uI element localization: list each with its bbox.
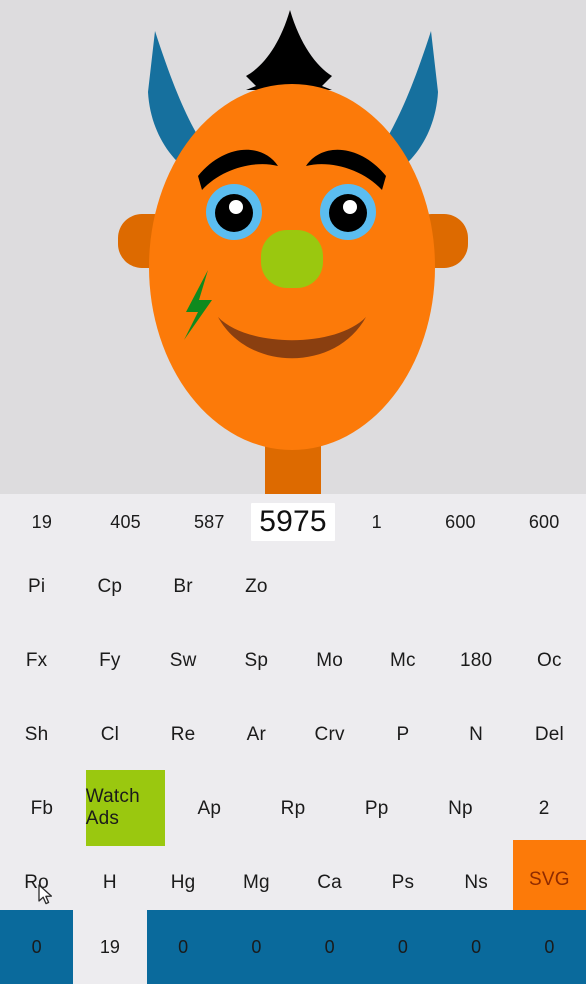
status-cell-7[interactable]: 0 (512, 910, 586, 984)
key-cp[interactable]: Cp (73, 550, 146, 624)
app-root: 19 405 587 5975 1 600 600 Pi Cp Br Zo Fx… (0, 0, 586, 984)
nose-shape (261, 230, 323, 288)
key-pp[interactable]: Pp (335, 772, 419, 846)
value-cell-587[interactable]: 587 (167, 494, 251, 550)
key-fx[interactable]: Fx (0, 624, 73, 698)
key-blank-3 (440, 550, 513, 624)
keypad-panel: 19 405 587 5975 1 600 600 Pi Cp Br Zo Fx… (0, 494, 586, 920)
keypad-row-fb: Fb Watch Ads Ap Rp Pp Np 2 (0, 770, 586, 846)
value-cell-19[interactable]: 19 (0, 494, 84, 550)
keypad-row-pi: Pi Cp Br Zo (0, 550, 586, 624)
watch-ads-label: Watch Ads (85, 770, 166, 846)
key-blank-4 (513, 550, 586, 624)
key-blank-2 (366, 550, 439, 624)
key-2[interactable]: 2 (502, 772, 586, 846)
value-cell-405[interactable]: 405 (84, 494, 168, 550)
key-fb[interactable]: Fb (0, 772, 84, 846)
top-horn-icon (246, 10, 332, 90)
value-display-field[interactable]: 5975 (251, 503, 335, 541)
svg-export-button[interactable]: SVG (512, 840, 586, 920)
key-cl[interactable]: Cl (73, 698, 146, 772)
key-np[interactable]: Np (419, 772, 503, 846)
key-sp[interactable]: Sp (220, 624, 293, 698)
svg-export-label: SVG (512, 840, 586, 920)
key-crv[interactable]: Crv (293, 698, 366, 772)
keypad-row-values: 19 405 587 5975 1 600 600 (0, 494, 586, 550)
drawing-canvas[interactable] (0, 0, 586, 494)
status-cell-3[interactable]: 0 (219, 910, 293, 984)
key-blank-1 (293, 550, 366, 624)
watch-ads-button[interactable]: Watch Ads (84, 770, 168, 846)
keypad-row-ro: Ro H Hg Mg Ca Ps Ns SVG (0, 840, 586, 920)
status-cell-5[interactable]: 0 (366, 910, 440, 984)
key-ns[interactable]: Ns (440, 846, 513, 920)
key-oc[interactable]: Oc (513, 624, 586, 698)
key-h[interactable]: H (73, 846, 146, 920)
status-cell-0[interactable]: 0 (0, 910, 74, 984)
left-eye-highlight (229, 200, 243, 214)
status-cell-4[interactable]: 0 (293, 910, 367, 984)
key-ps[interactable]: Ps (366, 846, 439, 920)
key-mg[interactable]: Mg (220, 846, 293, 920)
key-sh[interactable]: Sh (0, 698, 73, 772)
key-zo[interactable]: Zo (220, 550, 293, 624)
key-ro[interactable]: Ro (0, 846, 73, 920)
key-rp[interactable]: Rp (251, 772, 335, 846)
key-br[interactable]: Br (147, 550, 220, 624)
key-hg[interactable]: Hg (147, 846, 220, 920)
value-cell-600a[interactable]: 600 (419, 494, 503, 550)
value-cell-600b[interactable]: 600 (502, 494, 586, 550)
status-cell-2[interactable]: 0 (146, 910, 220, 984)
right-eye-highlight (343, 200, 357, 214)
key-pi[interactable]: Pi (0, 550, 73, 624)
value-cell-1[interactable]: 1 (335, 494, 419, 550)
key-fy[interactable]: Fy (73, 624, 146, 698)
key-n[interactable]: N (440, 698, 513, 772)
keypad-row-sh: Sh Cl Re Ar Crv P N Del (0, 698, 586, 772)
key-ar[interactable]: Ar (220, 698, 293, 772)
key-del[interactable]: Del (513, 698, 586, 772)
keypad-row-fx: Fx Fy Sw Sp Mo Mc 180 Oc (0, 624, 586, 698)
status-cell-1[interactable]: 19 (73, 910, 147, 984)
key-ap[interactable]: Ap (167, 772, 251, 846)
status-cell-6[interactable]: 0 (439, 910, 513, 984)
key-mo[interactable]: Mo (293, 624, 366, 698)
key-ca[interactable]: Ca (293, 846, 366, 920)
key-sw[interactable]: Sw (147, 624, 220, 698)
key-re[interactable]: Re (147, 698, 220, 772)
key-mc[interactable]: Mc (366, 624, 439, 698)
key-p[interactable]: P (366, 698, 439, 772)
key-180[interactable]: 180 (440, 624, 513, 698)
status-bar: 0 19 0 0 0 0 0 0 (0, 910, 586, 984)
